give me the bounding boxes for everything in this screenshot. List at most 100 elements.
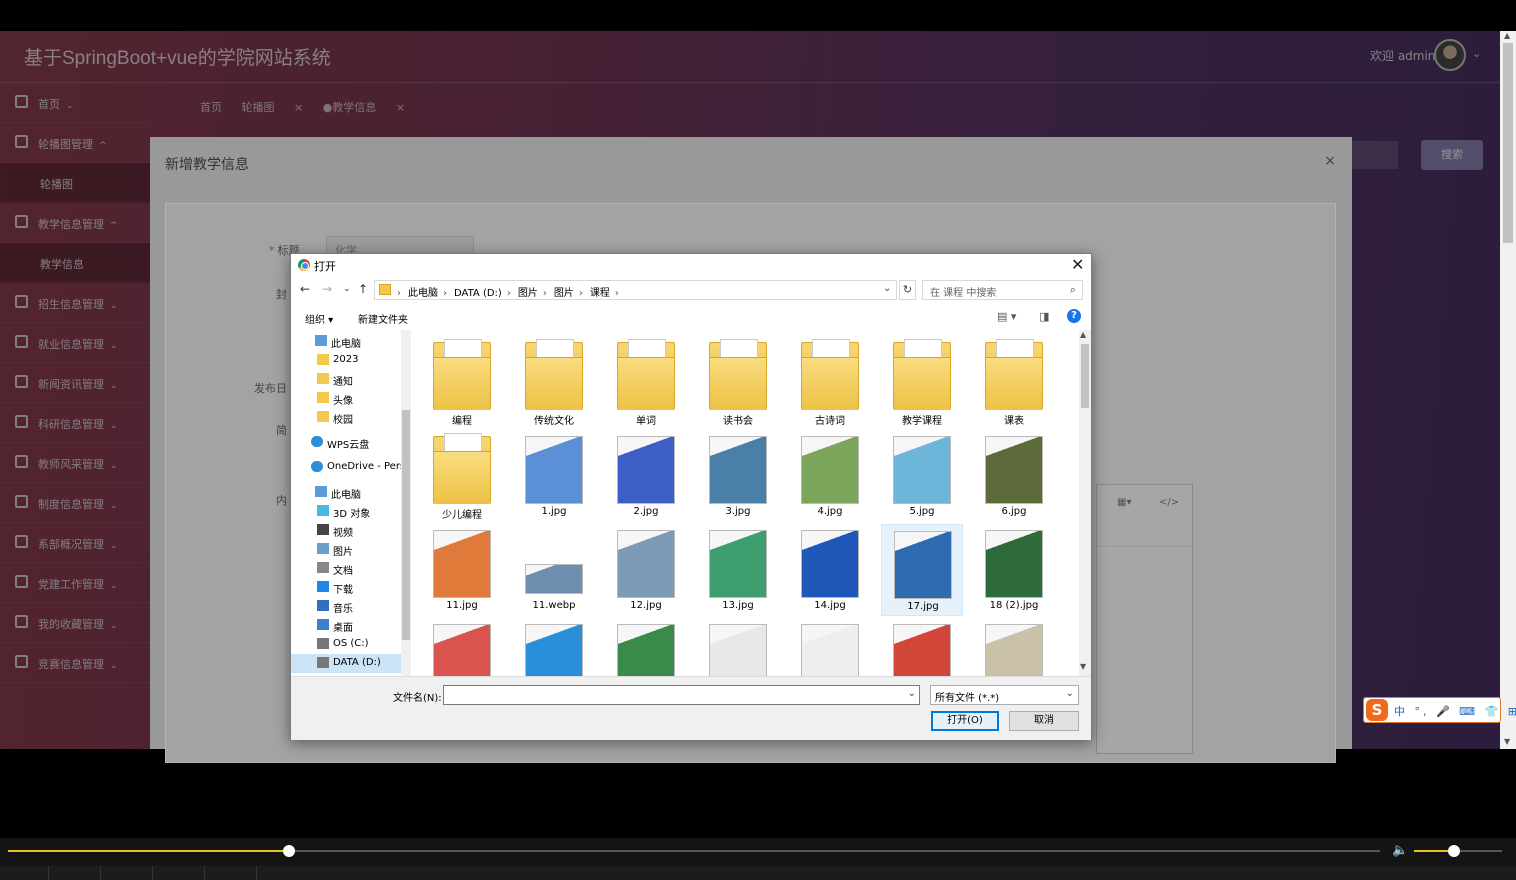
scroll-down-icon[interactable]: ▼ <box>1080 662 1086 671</box>
volume-slider[interactable] <box>1414 845 1502 857</box>
filetype-select[interactable]: 所有文件 (*.*) ⌄ <box>930 685 1079 705</box>
folder-item[interactable]: 单词 <box>605 336 687 428</box>
scrollbar-thumb[interactable] <box>1081 344 1089 408</box>
file-item[interactable] <box>973 618 1055 676</box>
folder-item[interactable]: 古诗词 <box>789 336 871 428</box>
path-segment[interactable]: 此电脑 <box>408 288 438 299</box>
view-options-icon[interactable]: ▤ ▾ <box>997 310 1016 323</box>
folder-item[interactable]: 读书会 <box>697 336 779 428</box>
file-item[interactable] <box>697 618 779 676</box>
sidebar-item-party-mgmt[interactable]: 党建工作管理 ⌄ <box>0 563 150 603</box>
chevron-down-icon[interactable]: ⌄ <box>908 688 916 699</box>
file-item[interactable] <box>881 618 963 676</box>
nav-item[interactable]: 图片 <box>291 540 401 559</box>
sidebar-item-employ-mgmt[interactable]: 就业信息管理 ⌄ <box>0 323 150 363</box>
nav-item[interactable]: 3D 对象 <box>291 502 401 521</box>
seek-handle[interactable] <box>283 845 296 857</box>
back-arrow-icon[interactable]: ← <box>300 282 310 296</box>
nav-item[interactable]: 此电脑 <box>291 332 401 351</box>
sidebar-item-news-mgmt[interactable]: 新闻资讯管理 ⌄ <box>0 363 150 403</box>
refresh-button[interactable]: ↻ <box>899 280 916 300</box>
scrollbar-thumb[interactable] <box>402 410 410 640</box>
file-item[interactable]: 6.jpg <box>973 430 1055 522</box>
nav-scrollbar[interactable] <box>401 330 411 676</box>
scroll-up-icon[interactable]: ▲ <box>1080 330 1086 339</box>
avatar[interactable] <box>1434 39 1466 71</box>
folder-item[interactable]: 编程 <box>421 336 503 428</box>
folder-item[interactable]: 教学课程 <box>881 336 963 428</box>
file-item[interactable]: 14.jpg <box>789 524 871 616</box>
file-item[interactable] <box>605 618 687 676</box>
filename-input[interactable]: ⌄ <box>443 685 920 705</box>
ime-status[interactable]: 中 °, 🎤 ⌨ 👕 ⊞ <box>1394 703 1516 719</box>
file-item[interactable]: 11.jpg <box>421 524 503 616</box>
scrollbar-thumb[interactable] <box>1503 43 1513 243</box>
file-item[interactable]: 4.jpg <box>789 430 871 522</box>
file-item[interactable]: 5.jpg <box>881 430 963 522</box>
nav-item[interactable]: 校园 <box>291 408 401 427</box>
nav-item[interactable]: DATA (D:) <box>291 654 401 673</box>
sidebar-item-teaching-mgmt[interactable]: 教学信息管理 ^ <box>0 203 150 243</box>
sidebar-item-dept-mgmt[interactable]: 系部概况管理 ⌄ <box>0 523 150 563</box>
folder-item[interactable]: 少儿编程 <box>421 430 503 522</box>
new-folder-button[interactable]: 新建文件夹 <box>358 311 408 326</box>
nav-item[interactable]: 通知 <box>291 370 401 389</box>
nav-item[interactable]: OneDrive - Perso <box>291 458 401 477</box>
sidebar-item-research-mgmt[interactable]: 科研信息管理 ⌄ <box>0 403 150 443</box>
nav-item[interactable]: 音乐 <box>291 597 401 616</box>
file-item[interactable] <box>513 618 595 676</box>
forward-arrow-icon[interactable]: → <box>322 282 332 296</box>
nav-item[interactable]: 文档 <box>291 559 401 578</box>
file-item[interactable]: 2.jpg <box>605 430 687 522</box>
file-item[interactable]: 18 (2).jpg <box>973 524 1055 616</box>
sidebar-item-carousel-mgmt[interactable]: 轮播图管理 ^ <box>0 123 150 163</box>
sidebar-item-contest-mgmt[interactable]: 竞赛信息管理 ⌄ <box>0 643 150 683</box>
path-segment[interactable]: DATA (D:) <box>454 288 502 299</box>
path-segment[interactable]: 图片 <box>554 288 574 299</box>
volume-icon[interactable]: 🔈 <box>1392 843 1408 858</box>
nav-item[interactable]: 此电脑 <box>291 483 401 502</box>
up-arrow-icon[interactable]: ↑ <box>358 282 368 296</box>
file-item[interactable] <box>421 618 503 676</box>
search-button[interactable]: 搜索 <box>1421 140 1483 170</box>
nav-item[interactable]: 下载 <box>291 578 401 597</box>
file-item[interactable]: 11.webp <box>513 524 595 616</box>
file-item[interactable] <box>789 618 871 676</box>
nav-item[interactable]: WPS云盘 <box>291 433 401 452</box>
sidebar-item-enroll-mgmt[interactable]: 招生信息管理 ⌄ <box>0 283 150 323</box>
sidebar-item-teaching-info[interactable]: 教学信息 <box>0 243 150 283</box>
sidebar-item-teacher-mgmt[interactable]: 教师风采管理 ⌄ <box>0 443 150 483</box>
address-bar[interactable]: › 此电脑 › DATA (D:) › 图片 › 图片 › 课程 › ⌄ <box>374 280 897 300</box>
sidebar-item-home[interactable]: 首页 ⌄ <box>0 83 150 123</box>
nav-item[interactable]: OS (C:) <box>291 635 401 654</box>
rich-text-editor[interactable]: ▦▾ </> <box>1096 484 1194 754</box>
folder-item[interactable]: 课表 <box>973 336 1055 428</box>
code-icon[interactable]: </> <box>1159 497 1179 508</box>
chevron-down-icon[interactable]: ⌄ <box>883 283 891 294</box>
recent-dropdown-icon[interactable]: ⌄ <box>343 284 351 294</box>
folder-item[interactable]: 传统文化 <box>513 336 595 428</box>
ime-toolbar[interactable]: S 中 °, 🎤 ⌨ 👕 ⊞ <box>1363 697 1516 723</box>
search-input[interactable] <box>1352 141 1398 169</box>
open-button[interactable]: 打开(O) <box>931 711 999 731</box>
path-segment[interactable]: 图片 <box>518 288 538 299</box>
tab-home[interactable]: 首页 <box>200 101 222 114</box>
content-scrollbar[interactable]: ▲ ▼ <box>1079 330 1091 676</box>
nav-item[interactable]: 视频 <box>291 521 401 540</box>
scroll-up-icon[interactable]: ▲ <box>1504 31 1510 40</box>
file-item[interactable]: 1.jpg <box>513 430 595 522</box>
chevron-down-icon[interactable]: ⌄ <box>1472 47 1481 60</box>
file-item[interactable]: 13.jpg <box>697 524 779 616</box>
scroll-down-icon[interactable]: ▼ <box>1504 737 1510 746</box>
help-icon[interactable]: ? <box>1067 309 1081 323</box>
tab-carousel[interactable]: 轮播图 × <box>242 101 304 114</box>
cancel-button[interactable]: 取消 <box>1009 711 1079 731</box>
table-icon[interactable]: ▦▾ <box>1117 497 1131 508</box>
nav-item[interactable]: 桌面 <box>291 616 401 635</box>
volume-handle[interactable] <box>1447 845 1460 857</box>
preview-pane-icon[interactable]: ◨ <box>1039 310 1049 323</box>
file-item[interactable]: 17.jpg <box>881 524 963 616</box>
sidebar-item-carousel[interactable]: 轮播图 <box>0 163 150 203</box>
dialog-search-input[interactable]: 在 课程 中搜索 ⌕ <box>922 280 1083 300</box>
file-item[interactable]: 12.jpg <box>605 524 687 616</box>
